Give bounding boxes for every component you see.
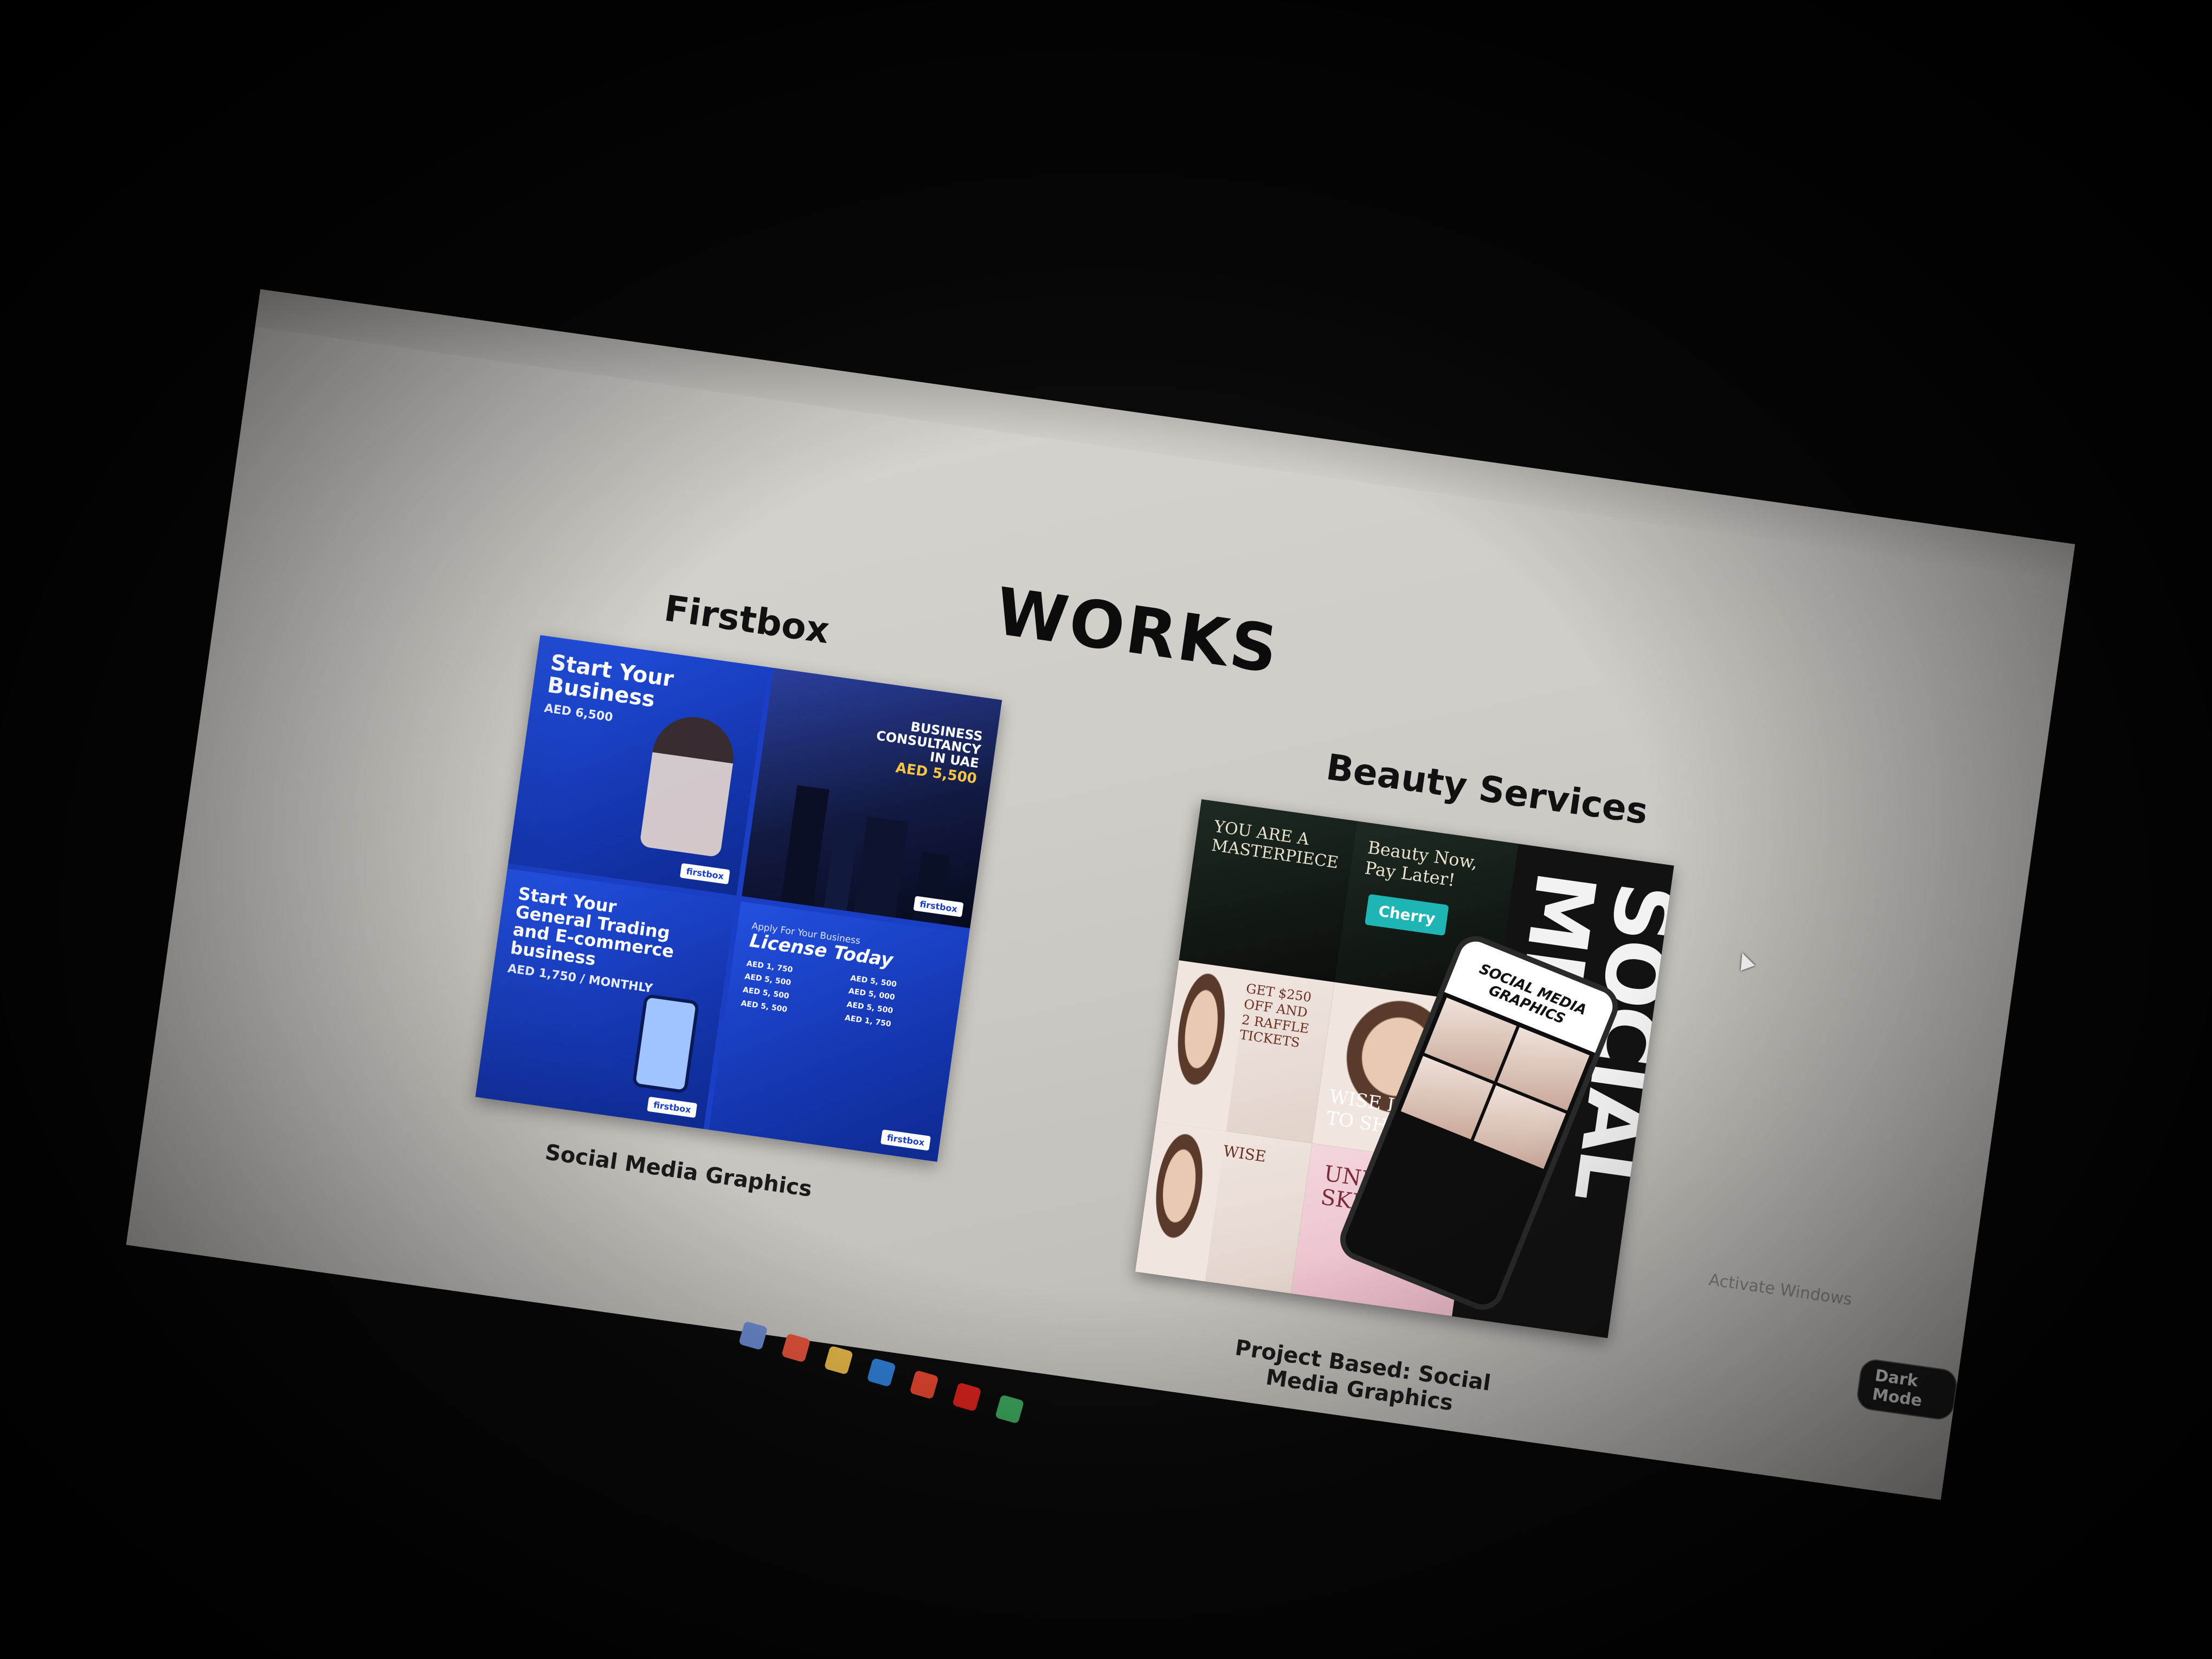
firstbox-logo: firstbox [647, 1096, 698, 1118]
activate-windows-watermark: Activate Windows [1707, 1270, 1854, 1309]
firstbox-logo: firstbox [880, 1129, 931, 1151]
hand-phone-photo [632, 993, 700, 1094]
firstbox-collage[interactable]: Start Your Business AED 6,500 firstbox B… [475, 635, 1002, 1162]
firstbox-tile-general-trading: Start Your General Trading and E-commerc… [475, 869, 736, 1129]
project-title-beauty: Beauty Services [1323, 746, 1651, 833]
wise-post: WISE [1135, 1121, 1312, 1294]
face-photo [1156, 960, 1249, 1131]
offer-text: GET $250 OFF AND 2 RAFFLE TICKETS [1238, 981, 1313, 1051]
mouse-cursor-icon [1735, 950, 1755, 971]
dark-mode-toggle[interactable]: Dark Mode [1855, 1357, 1959, 1422]
monitor: WORKS Firstbox Start Your Business AED 6… [126, 289, 2075, 1500]
cherry-logo: Cherry [1365, 893, 1449, 936]
youtube-icon[interactable] [952, 1382, 982, 1412]
masterpiece-post: YOU ARE A MASTERPIECE [1179, 799, 1358, 982]
vscode-icon[interactable] [866, 1358, 896, 1387]
maps-icon[interactable] [994, 1394, 1025, 1424]
webpage-screen: WORKS Firstbox Start Your Business AED 6… [126, 289, 2075, 1500]
wise-text: WISE [1222, 1142, 1268, 1166]
masterpiece-text: YOU ARE A MASTERPIECE [1210, 817, 1340, 872]
folder-icon[interactable] [824, 1345, 854, 1375]
photo-scene: WORKS Firstbox Start Your Business AED 6… [0, 0, 2212, 1659]
beauty-collage[interactable]: YOU ARE A MASTERPIECE Beauty Now, Pay La… [1135, 799, 1674, 1339]
firstbox-logo: firstbox [680, 863, 730, 885]
woman-with-phone-photo [639, 712, 739, 858]
firstbox-tile-license: Apply For Your Business License Today AE… [709, 901, 969, 1162]
offer-post: GET $250 OFF AND 2 RAFFLE TICKETS [1156, 960, 1335, 1143]
firstbox-tile-consultancy: BUSINESS CONSULTANCY IN UAE AED 5,500 fi… [742, 668, 1002, 929]
brave-icon[interactable] [909, 1369, 939, 1400]
beauty-caption: Project Based: Social Media Graphics [1175, 1328, 1547, 1429]
tile-headline: Start Your General Trading and E-commerc… [509, 883, 676, 970]
firstbox-tile-start-business: Start Your Business AED 6,500 firstbox [508, 635, 769, 896]
face-photo [1135, 1121, 1226, 1282]
beauty-now-text: Beauty Now, Pay Later! [1363, 837, 1479, 891]
